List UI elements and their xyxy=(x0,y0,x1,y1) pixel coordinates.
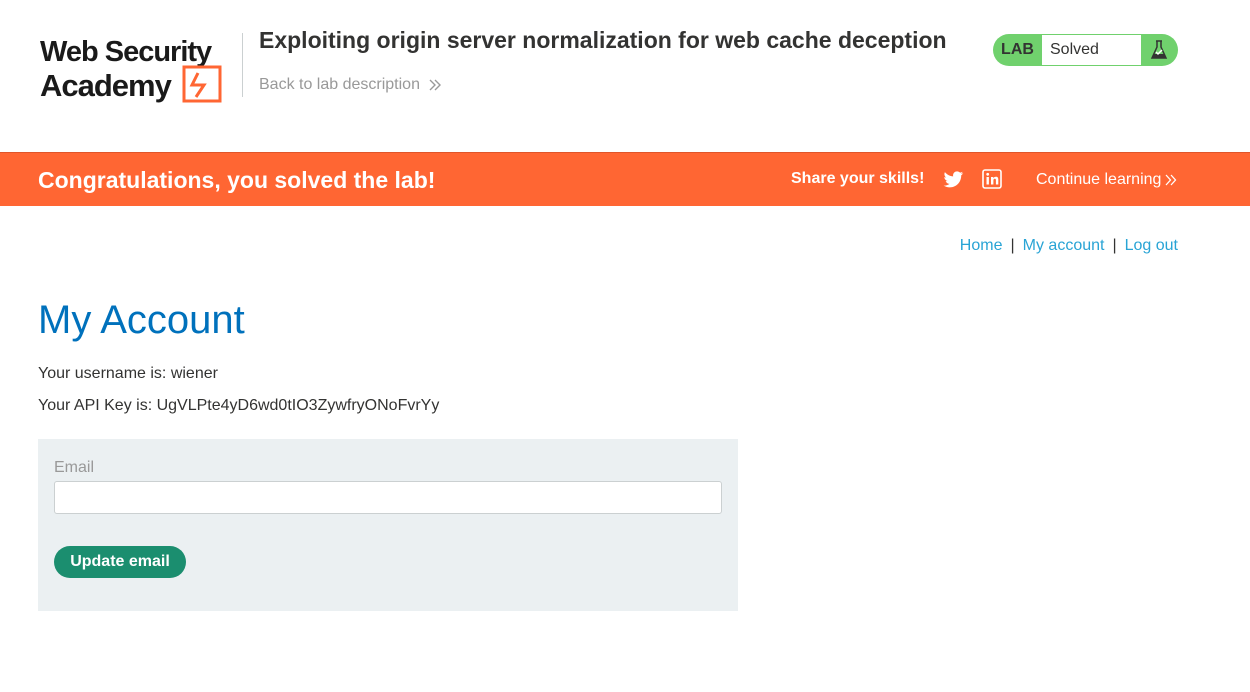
update-email-button[interactable]: Update email xyxy=(54,546,186,578)
lab-badge: LAB xyxy=(1001,41,1034,58)
page-title: My Account xyxy=(38,298,245,342)
back-to-lab-description-link[interactable]: Back to lab description xyxy=(259,76,442,94)
svg-text:Academy: Academy xyxy=(40,68,173,103)
linkedin-icon[interactable] xyxy=(982,169,1002,189)
double-chevron-right-icon xyxy=(429,79,441,91)
web-security-academy-logo[interactable]: Web Security Academy xyxy=(38,33,243,105)
twitter-icon[interactable] xyxy=(943,170,964,190)
lab-state: Solved xyxy=(1042,35,1141,65)
nav-separator: | xyxy=(1112,237,1117,254)
nav-separator: | xyxy=(1010,237,1015,254)
lab-status-widget: LAB Solved xyxy=(993,34,1178,66)
svg-text:Web Security: Web Security xyxy=(40,36,212,68)
email-label: Email xyxy=(54,459,95,476)
top-navigation: Home | My account | Log out xyxy=(960,237,1178,255)
solved-banner: Congratulations, you solved the lab! Sha… xyxy=(0,152,1250,206)
nav-home-link[interactable]: Home xyxy=(960,237,1003,255)
continue-learning-link[interactable]: Continue learning xyxy=(1036,171,1177,189)
change-email-form: Email Update email xyxy=(38,439,738,611)
email-field[interactable] xyxy=(54,481,722,514)
nav-logout-link[interactable]: Log out xyxy=(1125,237,1178,255)
share-label: Share your skills! xyxy=(791,170,925,187)
api-key-text: Your API Key is: UgVLPte4yD6wd0tIO3Zywfr… xyxy=(38,397,440,414)
solved-message: Congratulations, you solved the lab! xyxy=(38,167,436,193)
flask-icon xyxy=(1141,34,1177,66)
back-link-label: Back to lab description xyxy=(259,76,420,93)
logo-divider xyxy=(242,33,243,97)
continue-learning-label: Continue learning xyxy=(1036,171,1162,188)
header: Web Security Academy Exploiting origin s… xyxy=(0,0,1250,152)
nav-my-account-link[interactable]: My account xyxy=(1023,237,1105,255)
lab-title: Exploiting origin server normalization f… xyxy=(259,27,947,53)
double-chevron-right-icon xyxy=(1165,174,1177,186)
username-text: Your username is: wiener xyxy=(38,365,218,382)
